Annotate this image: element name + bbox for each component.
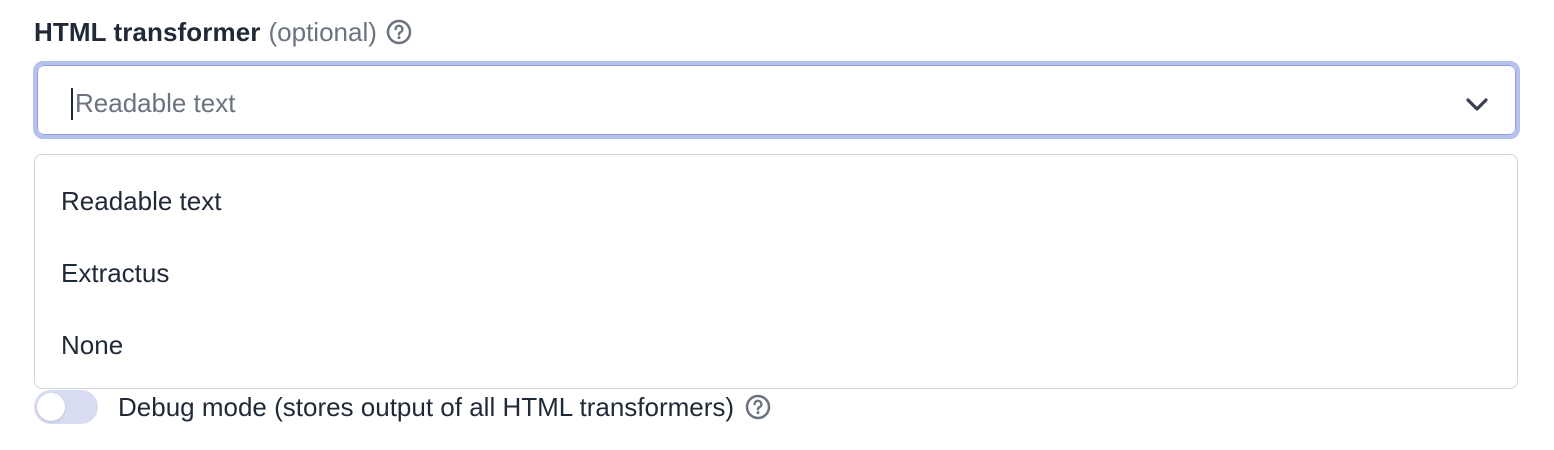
dropdown-option-extractus[interactable]: Extractus [35, 237, 1517, 309]
select-placeholder: Readable text [75, 88, 236, 118]
select-inner-border [37, 65, 1516, 135]
html-transformer-select[interactable]: Readable text [33, 61, 1520, 139]
debug-mode-label: Debug mode (stores output of all HTML tr… [118, 391, 735, 422]
debug-mode-row: Debug mode (stores output of all HTML tr… [34, 388, 772, 426]
toggle-knob [37, 393, 65, 421]
debug-mode-toggle[interactable] [34, 390, 98, 424]
dropdown-option-none[interactable]: None [35, 309, 1517, 381]
chevron-down-icon[interactable] [1464, 91, 1490, 117]
help-icon[interactable] [744, 393, 772, 421]
field-optional-label: (optional) [268, 16, 377, 47]
field-label: HTML transformer [34, 16, 261, 47]
dropdown-menu: Readable text Extractus None [34, 154, 1518, 389]
text-caret [71, 88, 73, 120]
field-label-row: HTML transformer (optional) [34, 14, 413, 50]
dropdown-option-readable-text[interactable]: Readable text [35, 165, 1517, 237]
help-icon[interactable] [385, 18, 413, 46]
